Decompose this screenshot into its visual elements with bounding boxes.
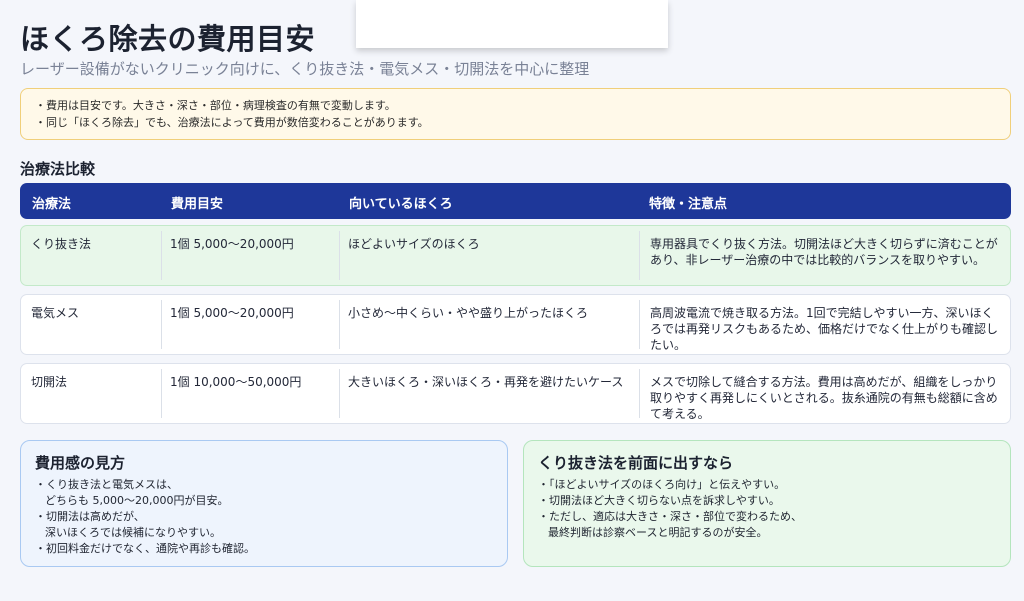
cell-target: 小さめ〜中くらい・やや盛り上がったほくろ — [340, 300, 640, 349]
cell-note: メスで切除して縫合する方法。費用は高めだが、組織をしっかり取りやすく再発しにくい… — [650, 375, 998, 421]
promo-box: くり抜き法を前面に出すなら ・「ほどよいサイズのほくろ向け」と伝えやすい。 ・切… — [523, 440, 1011, 567]
cell-note: 高周波電流で焼き取る方法。1回で完結しやすい一方、深いほくろでは再発リスクもある… — [650, 306, 999, 352]
cost-guide-line: どちらも 5,000〜20,000円が目安。 — [45, 494, 229, 507]
blank-overlay-panel — [356, 0, 668, 48]
promo-line: 最終判断は診察ベースと明記するのが安全。 — [548, 526, 768, 539]
notice-box: ・費用は目安です。大きさ・深さ・部位・病理検査の有無で変動します。 ・同じ「ほく… — [20, 88, 1011, 140]
column-header-cost: 費用目安 — [171, 197, 224, 212]
cell-cost: 1個 5,000〜20,000円 — [162, 231, 340, 280]
notice-line: ・同じ「ほくろ除去」でも、治療法によって費用が数倍変わることがあります。 — [35, 116, 429, 129]
promo-title: くり抜き法を前面に出すなら — [538, 454, 734, 472]
cost-guide-line: ・くり抜き法と電気メスは、 — [35, 478, 178, 491]
cost-guide-box: 費用感の見方 ・くり抜き法と電気メスは、 どちらも 5,000〜20,000円が… — [20, 440, 508, 567]
page-title: ほくろ除去の費用目安 — [20, 22, 316, 56]
cell-cost: 1個 5,000〜20,000円 — [162, 300, 340, 349]
cell-note: 専用器具でくり抜く方法。切開法ほど大きく切らずに済むことがあり、非レーザー治療の… — [650, 237, 998, 267]
cell-cost: 1個 10,000〜50,000円 — [162, 369, 340, 418]
cell-target: ほどよいサイズのほくろ — [340, 231, 640, 280]
cost-guide-title: 費用感の見方 — [35, 454, 126, 472]
table-row: 電気メス 1個 5,000〜20,000円 小さめ〜中くらい・やや盛り上がったほ… — [20, 294, 1011, 355]
cell-method: 電気メス — [21, 300, 162, 349]
table-row: くり抜き法 1個 5,000〜20,000円 ほどよいサイズのほくろ 専用器具で… — [20, 225, 1011, 286]
section-title: 治療法比較 — [20, 160, 96, 178]
promo-line: ・ただし、適応は大きさ・深さ・部位で変わるため、 — [538, 510, 802, 523]
cell-target: 大きいほくろ・深いほくろ・再発を避けたいケース — [340, 369, 640, 418]
column-header-note: 特徴・注意点 — [649, 197, 728, 212]
column-header-method: 治療法 — [32, 197, 72, 212]
column-header-target: 向いているほくろ — [349, 197, 453, 212]
cost-guide-line: 深いほくろでは候補になりやすい。 — [45, 526, 221, 539]
promo-line: ・切開法ほど大きく切らない点を訴求しやすい。 — [538, 494, 780, 507]
cell-method: 切開法 — [21, 369, 162, 418]
table-header: 治療法 費用目安 向いているほくろ 特徴・注意点 — [20, 183, 1011, 219]
notice-line: ・費用は目安です。大きさ・深さ・部位・病理検査の有無で変動します。 — [35, 99, 396, 112]
table-row: 切開法 1個 10,000〜50,000円 大きいほくろ・深いほくろ・再発を避け… — [20, 363, 1011, 424]
cost-guide-line: ・切開法は高めだが、 — [35, 510, 145, 523]
cell-method: くり抜き法 — [21, 231, 162, 280]
page-subtitle: レーザー設備がないクリニック向けに、くり抜き法・電気メス・切開法を中心に整理 — [20, 60, 590, 78]
cost-guide-line: ・初回料金だけでなく、通院や再診も確認。 — [35, 542, 255, 555]
promo-line: ・「ほどよいサイズのほくろ向け」と伝えやすい。 — [538, 478, 786, 491]
